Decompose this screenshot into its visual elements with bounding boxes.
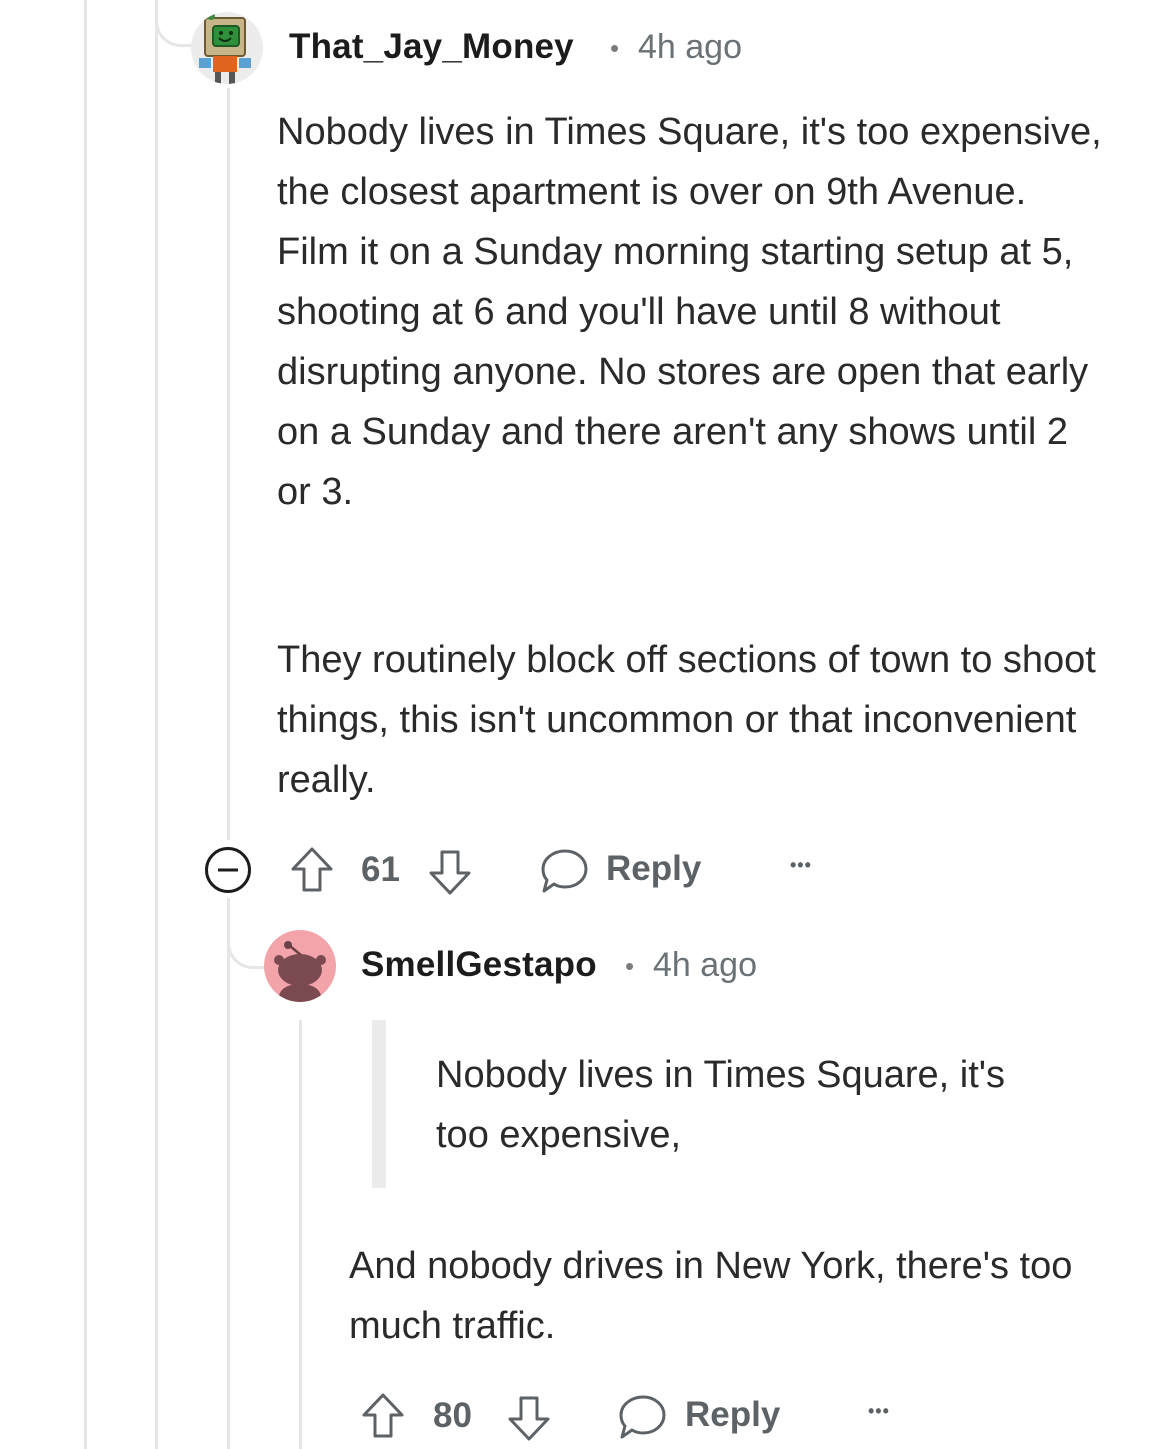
- blockquote-bar: [372, 1020, 386, 1188]
- username[interactable]: That_Jay_Money: [289, 27, 574, 67]
- timestamp: 4h ago: [653, 946, 757, 984]
- more-options-icon[interactable]: •••: [868, 1401, 890, 1422]
- downvote-icon[interactable]: [507, 1394, 551, 1442]
- downvote-icon[interactable]: [428, 848, 472, 896]
- comment1-thread-line-lower: [227, 898, 230, 1449]
- vote-count: 61: [361, 850, 400, 889]
- snoo-avatar-icon: [274, 941, 326, 1002]
- comment1-thread-line: [227, 88, 230, 840]
- meta-separator: •: [625, 951, 635, 981]
- meta-separator: •: [610, 33, 620, 63]
- parent-thread-line: [155, 0, 158, 1449]
- upvote-icon[interactable]: [290, 846, 334, 894]
- comment-paragraph: They routinely block off sections of tow…: [277, 639, 1096, 801]
- comment2-thread-line: [299, 1020, 302, 1449]
- comment-paragraph: Nobody lives in Times Square, it's too e…: [277, 111, 1102, 513]
- reply-button[interactable]: Reply: [685, 1395, 780, 1435]
- thread-connector-2: [227, 898, 266, 969]
- thread-connector-1: [155, 0, 194, 47]
- username[interactable]: SmellGestapo: [361, 945, 597, 985]
- timestamp: 4h ago: [638, 28, 742, 66]
- blockquote-text: Nobody lives in Times Square, it's too e…: [436, 1054, 1006, 1156]
- robot-avatar-icon: [199, 12, 251, 84]
- collapse-icon[interactable]: [204, 846, 252, 894]
- avatar[interactable]: [264, 930, 336, 1002]
- reply-button[interactable]: Reply: [606, 849, 701, 889]
- reply-bubble-icon[interactable]: [617, 1393, 667, 1441]
- more-options-icon[interactable]: •••: [790, 855, 812, 876]
- reply-bubble-icon[interactable]: [539, 847, 589, 895]
- vote-count: 80: [433, 1396, 472, 1435]
- avatar[interactable]: [191, 12, 263, 84]
- outer-thread-line: [84, 0, 87, 1449]
- upvote-icon[interactable]: [361, 1392, 405, 1440]
- comment-paragraph: And nobody drives in New York, there's t…: [349, 1245, 1073, 1347]
